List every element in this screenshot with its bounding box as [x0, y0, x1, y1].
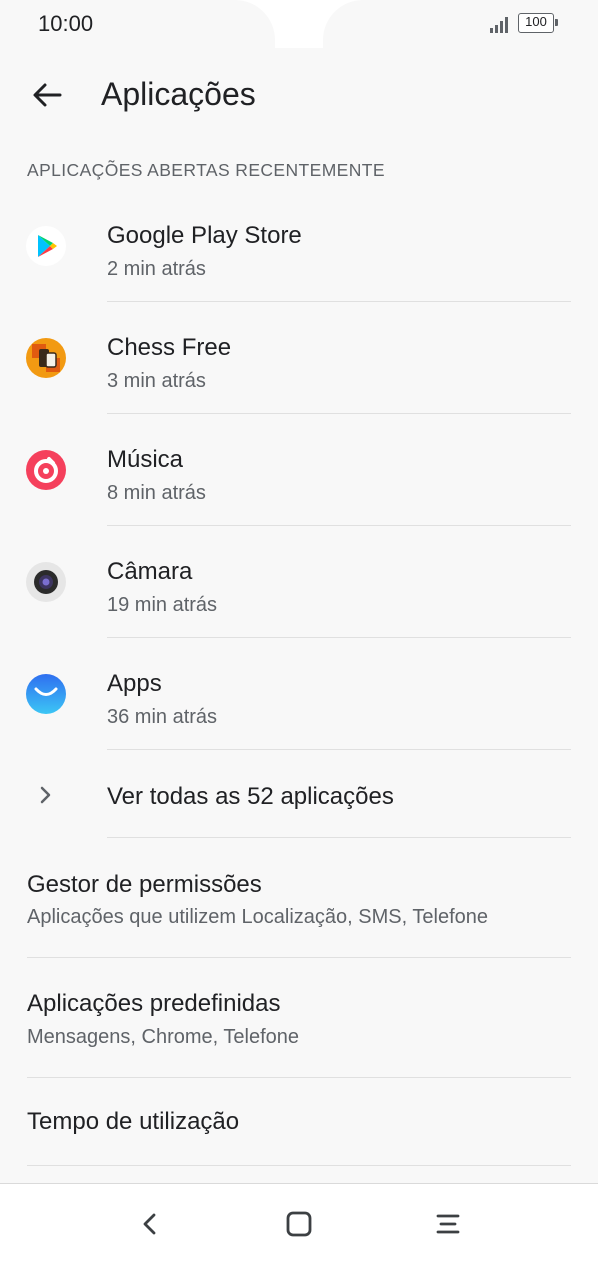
recent-apps-header: APLICAÇÕES ABERTAS RECENTEMENTE	[27, 160, 385, 180]
camera-icon	[26, 562, 66, 602]
signal-icon	[490, 15, 510, 33]
app-bar: Aplicações	[0, 56, 598, 136]
app-name: Google Play Store	[107, 222, 302, 249]
setting-permission-manager[interactable]: Gestor de permissões Aplicações que util…	[0, 838, 598, 958]
music-icon	[26, 450, 66, 490]
chess-icon	[26, 338, 66, 378]
arrow-left-icon[interactable]	[30, 78, 64, 112]
see-all-label: Ver todas as 52 aplicações	[107, 783, 394, 810]
nav-menu-icon[interactable]	[430, 1206, 466, 1242]
app-name: Câmara	[107, 558, 193, 585]
app-item-camara[interactable]: Câmara 19 min atrás	[0, 526, 598, 638]
app-name: Música	[107, 446, 184, 473]
status-bar: 10:00 100	[0, 0, 598, 48]
battery-icon: 100	[518, 13, 558, 33]
apps-bag-icon	[26, 674, 66, 714]
play-store-icon	[26, 226, 66, 266]
app-name: Apps	[107, 670, 162, 697]
setting-summary: Mensagens, Chrome, Telefone	[27, 1026, 300, 1048]
see-all-apps-button[interactable]: Ver todas as 52 aplicações	[0, 750, 598, 838]
app-item-musica[interactable]: Música 8 min atrás	[0, 414, 598, 526]
app-time-ago: 19 min atrás	[107, 594, 218, 616]
divider	[27, 1165, 571, 1166]
setting-title: Aplicações predefinidas	[27, 990, 281, 1017]
setting-title: Tempo de utilização	[27, 1108, 240, 1135]
app-time-ago: 3 min atrás	[107, 370, 206, 392]
app-time-ago: 8 min atrás	[107, 482, 206, 504]
nav-back-icon[interactable]	[132, 1206, 168, 1242]
nav-home-icon[interactable]	[281, 1206, 317, 1242]
chevron-right-icon	[40, 786, 51, 804]
setting-default-apps[interactable]: Aplicações predefinidas Mensagens, Chrom…	[0, 958, 598, 1078]
app-name: Chess Free	[107, 334, 232, 361]
recent-apps-list: Google Play Store 2 min atrás Chess Free…	[0, 190, 598, 750]
navigation-bar	[0, 1183, 598, 1262]
app-time-ago: 36 min atrás	[107, 706, 218, 728]
page-title: Aplicações	[101, 76, 256, 112]
setting-title: Gestor de permissões	[27, 871, 262, 898]
app-item-google-play-store[interactable]: Google Play Store 2 min atrás	[0, 190, 598, 302]
status-time: 10:00	[38, 11, 94, 36]
app-item-apps[interactable]: Apps 36 min atrás	[0, 638, 598, 750]
setting-screen-time[interactable]: Tempo de utilização	[0, 1078, 598, 1166]
app-time-ago: 2 min atrás	[107, 258, 206, 280]
setting-summary: Aplicações que utilizem Localização, SMS…	[27, 906, 488, 928]
app-item-chess-free[interactable]: Chess Free 3 min atrás	[0, 302, 598, 414]
